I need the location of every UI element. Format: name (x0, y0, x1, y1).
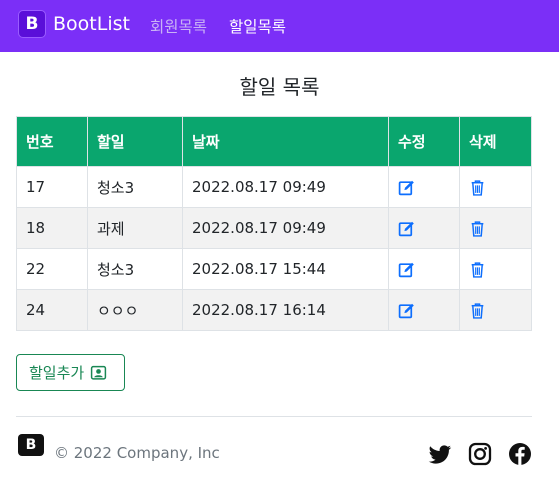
instagram-icon[interactable] (468, 442, 492, 466)
cell-date: 2022.08.17 15:44 (182, 248, 389, 290)
header-delete: 삭제 (459, 116, 532, 167)
trash-icon[interactable] (469, 261, 486, 278)
cell-id: 18 (16, 207, 88, 249)
page-title: 할일 목록 (239, 75, 320, 99)
pencil-square-icon[interactable] (398, 261, 415, 278)
footer-logo[interactable]: B (18, 434, 44, 456)
trash-icon[interactable] (469, 302, 486, 319)
brand-name[interactable]: BootList (53, 13, 130, 35)
cell-id: 22 (16, 248, 88, 290)
edit-cell (388, 166, 460, 208)
cell-task: 청소3 (87, 166, 183, 208)
facebook-icon[interactable] (508, 442, 532, 466)
add-todo-label: 할일추가 (29, 364, 85, 382)
cell-id: 24 (16, 289, 88, 331)
nav-link-members[interactable]: 회원목록 (150, 15, 207, 37)
trash-icon[interactable] (469, 220, 486, 237)
delete-cell (459, 289, 532, 331)
cell-id: 17 (16, 166, 88, 208)
cell-task: ㅇㅇㅇ (87, 289, 183, 331)
edit-cell (388, 248, 460, 290)
add-todo-button[interactable]: 할일추가 (16, 354, 125, 391)
cell-date: 2022.08.17 09:49 (182, 207, 389, 249)
twitter-icon[interactable] (428, 442, 452, 466)
delete-cell (459, 166, 532, 208)
footer-divider (16, 416, 532, 417)
pencil-square-icon[interactable] (398, 179, 415, 196)
header-task: 할일 (87, 116, 183, 167)
nav-link-todos[interactable]: 할일목록 (229, 15, 286, 37)
pencil-square-icon[interactable] (398, 302, 415, 319)
header-number: 번호 (16, 116, 88, 167)
delete-cell (459, 207, 532, 249)
brand-logo[interactable]: B (18, 10, 46, 38)
cell-task: 과제 (87, 207, 183, 249)
navbar: B BootList 회원목록 할일목록 (0, 0, 559, 52)
cell-task: 청소3 (87, 248, 183, 290)
trash-icon[interactable] (469, 179, 486, 196)
edit-cell (388, 207, 460, 249)
person-badge-icon (91, 365, 107, 380)
table-row: 24 ㅇㅇㅇ 2022.08.17 16:14 (16, 289, 532, 331)
header-edit: 수정 (388, 116, 460, 167)
cell-date: 2022.08.17 09:49 (182, 166, 389, 208)
header-date: 날짜 (182, 116, 389, 167)
delete-cell (459, 248, 532, 290)
table-row: 17 청소3 2022.08.17 09:49 (16, 166, 532, 208)
table-row: 18 과제 2022.08.17 09:49 (16, 207, 532, 249)
edit-cell (388, 289, 460, 331)
table-header-row: 번호 할일 날짜 수정 삭제 (16, 116, 532, 167)
copyright-text: © 2022 Company, Inc (54, 444, 220, 462)
table-row: 22 청소3 2022.08.17 15:44 (16, 248, 532, 290)
todo-table: 번호 할일 날짜 수정 삭제 17 청소3 2022.08.17 09:49 1… (16, 116, 532, 331)
pencil-square-icon[interactable] (398, 220, 415, 237)
cell-date: 2022.08.17 16:14 (182, 289, 389, 331)
